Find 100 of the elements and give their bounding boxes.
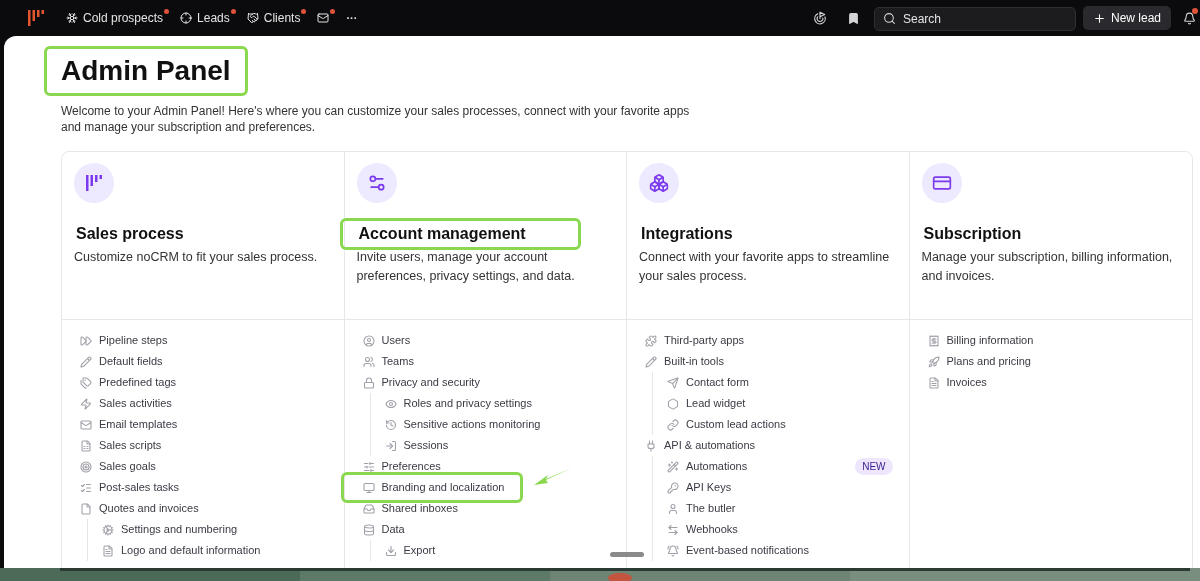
menu-link[interactable]: Default fields	[80, 353, 163, 370]
plug-icon	[645, 439, 657, 452]
section-title: Account management	[342, 221, 578, 247]
plus-icon	[1092, 11, 1106, 25]
page-title: Admin Panel	[47, 49, 245, 93]
menu-link[interactable]: Branding and localization	[343, 475, 521, 500]
users-icon	[362, 355, 375, 368]
menu-link[interactable]: Automations	[667, 458, 748, 475]
eye-icon	[384, 397, 397, 410]
bookmark-icon[interactable]	[846, 11, 860, 25]
nav-item[interactable]: Leads	[180, 9, 230, 27]
menu-link[interactable]: Preferences	[362, 458, 441, 475]
menu-link[interactable]: Quotes and invoices	[80, 500, 199, 517]
snowflake-icon	[66, 12, 78, 24]
search-icon	[882, 11, 896, 25]
crosshair-icon	[180, 12, 193, 24]
menu-link[interactable]: Sales goals	[80, 458, 156, 475]
section-title: Subscription	[922, 224, 1022, 244]
tags-icon	[80, 376, 92, 389]
menu-link[interactable]: Sales activities	[80, 395, 172, 412]
file-icon	[80, 502, 92, 515]
lightning-icon	[80, 397, 92, 410]
mail-icon	[317, 12, 330, 24]
menu-link[interactable]: Sales scripts	[80, 437, 162, 454]
section-title: Integrations	[640, 224, 733, 244]
menu-link[interactable]: The butler	[667, 500, 736, 517]
menu-link[interactable]: Webhooks	[667, 521, 738, 538]
arrows-icon	[667, 523, 679, 536]
menu-link[interactable]: Contact form	[667, 374, 749, 391]
download-icon	[384, 544, 397, 557]
bell-icon	[667, 544, 679, 557]
menu-link[interactable]: Lead widget	[667, 395, 746, 412]
menu-link[interactable]: Plans and pricing	[927, 353, 1031, 370]
menu-link[interactable]: Teams	[362, 353, 414, 370]
envelope-icon	[80, 418, 92, 431]
section-description: Customize noCRM to fit your sales process.	[74, 249, 319, 266]
handshake-icon	[246, 12, 259, 24]
section-description: Connect with your favorite apps to streamline your sales process.	[639, 249, 891, 285]
receipt-icon	[927, 334, 940, 347]
inbox-icon	[362, 502, 375, 515]
target-icon[interactable]	[812, 11, 827, 25]
pencil-icon	[80, 355, 92, 368]
menu-link[interactable]: API & automations	[645, 437, 756, 454]
fast-forward-icon	[80, 334, 92, 347]
menu-link[interactable]: Data	[362, 521, 405, 538]
menu-link[interactable]: Post-sales tasks	[80, 479, 180, 496]
section-description: Invite users, manage your account preferences, privacy settings, and data.	[356, 249, 576, 285]
search-field[interactable]: Search	[873, 6, 1076, 31]
menu-link[interactable]: Users	[362, 332, 411, 349]
menu-link[interactable]: Built-in tools	[645, 353, 724, 370]
menu-link[interactable]: Roles and privacy settings	[384, 395, 532, 412]
new-badge: NEW	[855, 458, 893, 475]
menu-link[interactable]: Export	[384, 542, 436, 559]
section-title: Sales process	[75, 224, 184, 244]
menu-link[interactable]: Third-party apps	[645, 332, 745, 349]
gear-icon	[102, 523, 114, 536]
nav-item[interactable]: Cold prospects	[66, 9, 164, 27]
new-lead-button[interactable]: New lead	[1082, 6, 1171, 30]
rocket-icon	[927, 355, 940, 368]
sign-in-icon	[384, 439, 397, 452]
menu-link[interactable]: Invoices	[927, 374, 987, 391]
menu-link[interactable]: Billing information	[927, 332, 1034, 349]
menu-link[interactable]: Shared inboxes	[362, 500, 458, 517]
menu-link[interactable]: Predefined tags	[80, 374, 177, 391]
menu-link[interactable]: Sensitive actions monitoring	[384, 416, 541, 433]
more-button[interactable]: ···	[346, 9, 358, 27]
sliders-icon	[362, 460, 375, 473]
bell-icon[interactable]	[1183, 11, 1196, 25]
paper-plane-icon	[667, 376, 679, 389]
menu-link[interactable]: Logo and default information	[102, 542, 261, 559]
database-icon	[362, 523, 375, 536]
menu-link[interactable]: Pipeline steps	[80, 332, 168, 349]
nav-item[interactable]: Clients	[246, 9, 301, 27]
pencil-icon	[645, 355, 657, 368]
menu-link[interactable]: Custom lead actions	[667, 416, 786, 433]
cubes-icon	[649, 173, 669, 193]
document-icon	[80, 439, 92, 452]
menu-link[interactable]: Event-based notifications	[667, 542, 809, 559]
menu-link[interactable]: Email templates	[80, 416, 178, 433]
menu-link[interactable]: API Keys	[667, 479, 732, 496]
page-description: Welcome to your Admin Panel! Here's where you can customize your sales processes, connect with your favorite apps and manage your subscription and preferences.	[61, 103, 691, 135]
lock-icon	[362, 376, 375, 389]
menu-link[interactable]: Settings and numbering	[102, 521, 238, 538]
logo-icon	[26, 8, 46, 28]
scroll-indicator	[610, 552, 644, 557]
user-circle-icon	[362, 334, 375, 347]
document-icon	[102, 544, 114, 557]
checklist-icon	[80, 481, 92, 494]
target-icon	[80, 460, 92, 473]
document-icon	[927, 376, 940, 389]
hexagon-icon	[667, 397, 679, 410]
menu-link[interactable]: Privacy and security	[362, 374, 480, 391]
history-icon	[384, 418, 397, 431]
logo-icon	[84, 173, 104, 193]
monitor-icon	[362, 481, 375, 494]
credit-card-icon	[931, 173, 952, 193]
magic-wand-icon	[667, 460, 679, 473]
puzzle-icon	[645, 334, 657, 347]
link-icon	[667, 418, 679, 431]
menu-link[interactable]: Sessions	[384, 437, 449, 454]
